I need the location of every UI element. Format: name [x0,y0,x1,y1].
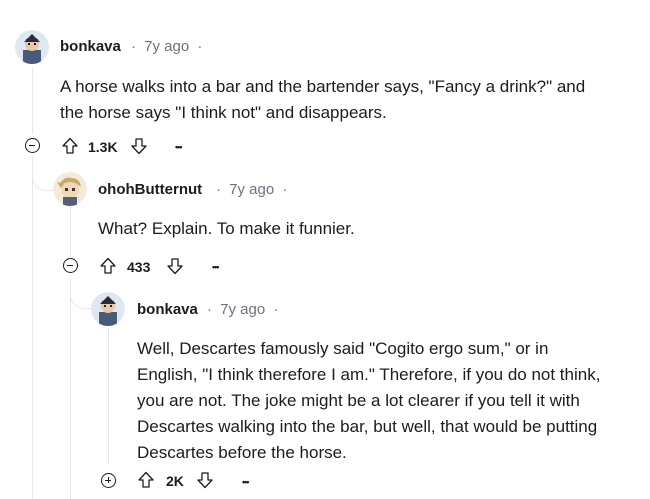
meta-separator: · [207,301,212,318]
more-options-button[interactable]: ••• [212,262,220,272]
collapse-toggle-button[interactable] [25,138,40,153]
collapse-toggle-button[interactable] [63,258,78,273]
avatar[interactable] [53,172,87,206]
comment-body: What? Explain. To make it funnier. [98,216,355,242]
comment-body-line: you are not. The joke might be a lot cle… [137,391,580,410]
downvote-icon[interactable] [130,137,148,155]
upvote-icon[interactable] [137,471,155,489]
username[interactable]: bonkava [60,38,121,55]
comment-body-line: English, "I think therefore I am." There… [137,365,601,384]
thread-line [70,278,71,499]
comment-body-line: A horse walks into a bar and the bartend… [60,77,586,96]
comment-body-line: Descartes before the horse. [137,443,347,462]
timestamp: · 7y ago · [131,38,202,55]
comment-body: Well, Descartes famously said "Cogito er… [137,336,600,466]
comment-body-line: Well, Descartes famously said "Cogito er… [137,339,549,358]
comment-body-line: What? Explain. To make it funnier. [98,219,355,238]
thread-line [32,68,33,134]
vote-count: 2K [166,473,184,489]
comment-body: A horse walks into a bar and the bartend… [60,74,585,126]
thread-line [32,156,33,499]
comment-age[interactable]: 7y ago [220,301,265,318]
thread-line [70,205,71,255]
username[interactable]: ohohButternut [98,181,202,198]
upvote-icon[interactable] [61,137,79,155]
thread-line [108,328,109,463]
username[interactable]: bonkava [137,301,198,318]
downvote-icon[interactable] [196,471,214,489]
downvote-icon[interactable] [166,257,184,275]
vote-count: 1.3K [88,139,118,155]
vote-count: 433 [127,259,151,275]
comment-age[interactable]: 7y ago [229,181,274,198]
more-options-button[interactable]: ••• [175,142,183,152]
comment-body-line: Descartes walking into the bar, but well… [137,417,598,436]
avatar[interactable] [91,292,125,326]
expand-toggle-button[interactable] [101,473,116,488]
upvote-icon[interactable] [99,257,117,275]
meta-separator: · [197,38,203,55]
meta-separator: · [131,38,136,55]
meta-separator: · [282,181,288,198]
more-options-button[interactable]: ••• [242,477,250,487]
comment-age[interactable]: 7y ago [144,38,189,55]
timestamp: · 7y ago · [207,301,278,318]
meta-separator: · [273,301,279,318]
comment-body-line: the horse says "I think not" and disappe… [60,103,387,122]
avatar[interactable] [15,30,49,64]
timestamp: · 7y ago · [216,181,287,198]
meta-separator: · [216,181,221,198]
thread-connector [32,160,55,191]
thread-connector [70,282,93,309]
